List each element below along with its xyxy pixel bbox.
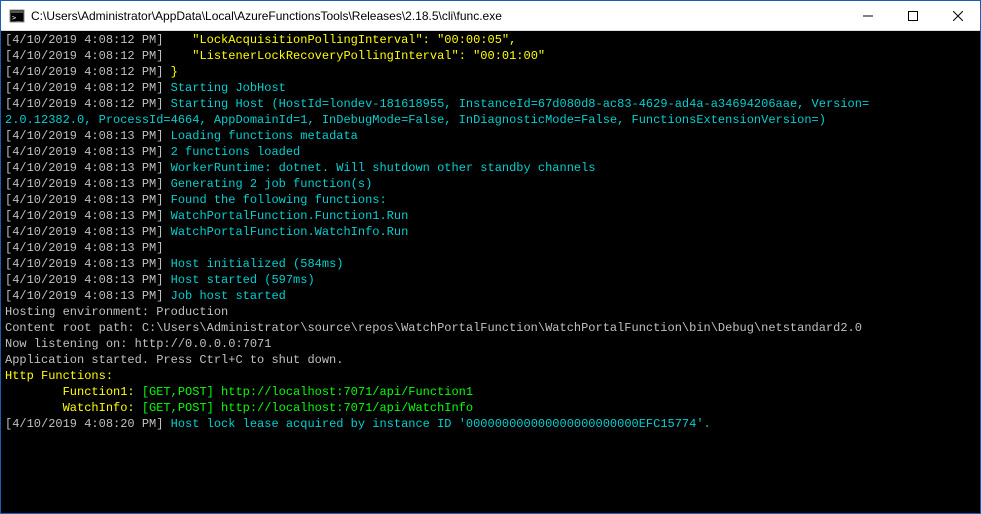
console-line: [4/10/2019 4:08:13 PM] WatchPortalFuncti…: [5, 224, 980, 240]
log-text: 2.0.12382.0, ProcessId=4664, AppDomainId…: [5, 113, 826, 127]
timestamp: [4/10/2019 4:08:12 PM]: [5, 33, 171, 47]
app-window: >_ C:\Users\Administrator\AppData\Local\…: [0, 0, 981, 514]
log-text: Starting JobHost: [171, 81, 286, 95]
log-text: Found the following functions:: [171, 193, 387, 207]
console-line: [4/10/2019 4:08:12 PM] Starting Host (Ho…: [5, 96, 980, 112]
console-line: Application started. Press Ctrl+C to shu…: [5, 352, 980, 368]
timestamp: [4/10/2019 4:08:13 PM]: [5, 129, 171, 143]
console-line: [4/10/2019 4:08:13 PM] Loading functions…: [5, 128, 980, 144]
timestamp: [4/10/2019 4:08:13 PM]: [5, 161, 171, 175]
log-text: Generating 2 job function(s): [171, 177, 373, 191]
console-line: [4/10/2019 4:08:12 PM] "ListenerLockReco…: [5, 48, 980, 64]
log-text: Loading functions metadata: [171, 129, 358, 143]
console-line: Http Functions:: [5, 368, 980, 384]
log-text: Host initialized (584ms): [171, 257, 344, 271]
timestamp: [4/10/2019 4:08:12 PM]: [5, 97, 171, 111]
log-text: WatchPortalFunction.WatchInfo.Run: [171, 225, 409, 239]
log-text: Starting Host (HostId=londev-181618955, …: [171, 97, 870, 111]
window-title: C:\Users\Administrator\AppData\Local\Azu…: [31, 9, 845, 23]
close-icon: [953, 11, 963, 21]
minimize-button[interactable]: [845, 1, 890, 30]
console-line: [4/10/2019 4:08:20 PM] Host lock lease a…: [5, 416, 980, 432]
timestamp: [4/10/2019 4:08:13 PM]: [5, 241, 171, 255]
log-text: WatchPortalFunction.Function1.Run: [171, 209, 409, 223]
timestamp: [4/10/2019 4:08:13 PM]: [5, 177, 171, 191]
console-line: [4/10/2019 4:08:12 PM] "LockAcquisitionP…: [5, 32, 980, 48]
console-line: [4/10/2019 4:08:13 PM] 2 functions loade…: [5, 144, 980, 160]
console-line: [4/10/2019 4:08:12 PM] }: [5, 64, 980, 80]
console-line: Hosting environment: Production: [5, 304, 980, 320]
log-text: WorkerRuntime: dotnet. Will shutdown oth…: [171, 161, 596, 175]
titlebar[interactable]: >_ C:\Users\Administrator\AppData\Local\…: [1, 1, 980, 31]
log-text: }: [171, 65, 178, 79]
timestamp: [4/10/2019 4:08:13 PM]: [5, 273, 171, 287]
log-text: Content root path: C:\Users\Administrato…: [5, 321, 862, 335]
app-icon: >_: [9, 8, 25, 24]
log-text: [GET,POST] http://localhost:7071/api/Wat…: [142, 401, 473, 415]
minimize-icon: [863, 11, 873, 21]
log-text: Host lock lease acquired by instance ID …: [171, 417, 711, 431]
log-text: Hosting environment: Production: [5, 305, 228, 319]
maximize-icon: [908, 11, 918, 21]
log-text: [GET,POST] http://localhost:7071/api/Fun…: [142, 385, 473, 399]
console-line: 2.0.12382.0, ProcessId=4664, AppDomainId…: [5, 112, 980, 128]
log-text: Application started. Press Ctrl+C to shu…: [5, 353, 343, 367]
log-text: WatchInfo:: [5, 401, 142, 415]
console-line: Function1: [GET,POST] http://localhost:7…: [5, 384, 980, 400]
timestamp: [4/10/2019 4:08:20 PM]: [5, 417, 171, 431]
timestamp: [4/10/2019 4:08:13 PM]: [5, 145, 171, 159]
timestamp: [4/10/2019 4:08:12 PM]: [5, 81, 171, 95]
console-output[interactable]: [4/10/2019 4:08:12 PM] "LockAcquisitionP…: [1, 31, 980, 513]
timestamp: [4/10/2019 4:08:13 PM]: [5, 289, 171, 303]
console-line: [4/10/2019 4:08:13 PM] Generating 2 job …: [5, 176, 980, 192]
console-line: Now listening on: http://0.0.0.0:7071: [5, 336, 980, 352]
console-line: Content root path: C:\Users\Administrato…: [5, 320, 980, 336]
console-line: [4/10/2019 4:08:13 PM] Job host started: [5, 288, 980, 304]
log-text: "LockAcquisitionPollingInterval": "00:00…: [171, 33, 517, 47]
console-line: [4/10/2019 4:08:13 PM] Host initialized …: [5, 256, 980, 272]
timestamp: [4/10/2019 4:08:12 PM]: [5, 49, 171, 63]
console-line: WatchInfo: [GET,POST] http://localhost:7…: [5, 400, 980, 416]
log-text: Http Functions:: [5, 369, 113, 383]
timestamp: [4/10/2019 4:08:12 PM]: [5, 65, 171, 79]
console-line: [4/10/2019 4:08:13 PM]: [5, 240, 980, 256]
timestamp: [4/10/2019 4:08:13 PM]: [5, 193, 171, 207]
console-line: [4/10/2019 4:08:13 PM] WorkerRuntime: do…: [5, 160, 980, 176]
close-button[interactable]: [935, 1, 980, 30]
log-text: Job host started: [171, 289, 286, 303]
console-line: [4/10/2019 4:08:12 PM] Starting JobHost: [5, 80, 980, 96]
timestamp: [4/10/2019 4:08:13 PM]: [5, 257, 171, 271]
log-text: Function1:: [5, 385, 142, 399]
timestamp: [4/10/2019 4:08:13 PM]: [5, 209, 171, 223]
log-text: Host started (597ms): [171, 273, 315, 287]
log-text: 2 functions loaded: [171, 145, 301, 159]
maximize-button[interactable]: [890, 1, 935, 30]
log-text: "ListenerLockRecoveryPollingInterval": "…: [171, 49, 545, 63]
console-line: [4/10/2019 4:08:13 PM] Found the followi…: [5, 192, 980, 208]
log-text: Now listening on: http://0.0.0.0:7071: [5, 337, 271, 351]
console-line: [4/10/2019 4:08:13 PM] Host started (597…: [5, 272, 980, 288]
svg-text:>_: >_: [12, 14, 21, 22]
window-controls: [845, 1, 980, 30]
timestamp: [4/10/2019 4:08:13 PM]: [5, 225, 171, 239]
console-line: [4/10/2019 4:08:13 PM] WatchPortalFuncti…: [5, 208, 980, 224]
